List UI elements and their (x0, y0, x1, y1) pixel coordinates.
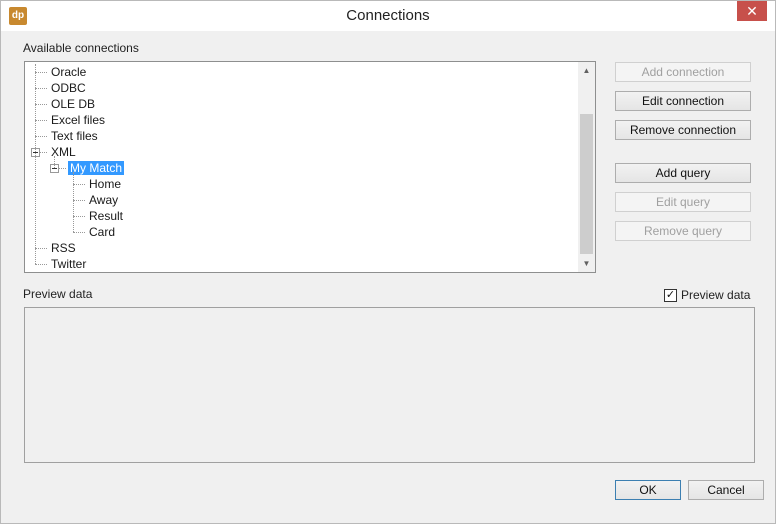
close-button[interactable]: ✕ (737, 1, 767, 21)
tree-connector (35, 72, 47, 73)
preview-data-label: Preview data (23, 287, 93, 301)
tree-connector (73, 232, 85, 233)
tree-item[interactable]: Card (87, 224, 117, 240)
tree-connector (35, 136, 47, 137)
tree-item-label: My Match (68, 161, 125, 175)
ok-button[interactable]: OK (615, 480, 681, 500)
tree-item-label: Text files (51, 129, 98, 143)
tree-connector (35, 120, 47, 121)
tree-connector (73, 216, 85, 217)
tree-item-label: Excel files (51, 113, 106, 127)
connections-tree[interactable]: Oracle ODBC OLE DB Excel files Text files XML… (24, 61, 596, 273)
tree-connector (35, 88, 47, 89)
remove-query-button[interactable]: Remove query (615, 221, 751, 241)
add-connection-button[interactable]: Add connection (615, 62, 751, 82)
tree-item-label: Twitter (51, 257, 87, 271)
tree-item[interactable]: Result (87, 208, 125, 224)
preview-data-checkbox[interactable]: ✓ (664, 289, 677, 302)
tree-connector (73, 184, 85, 185)
tree-item[interactable]: RSS (49, 240, 78, 256)
tree-scrollbar[interactable]: ▲ ▼ (578, 62, 595, 272)
tree-item[interactable]: Excel files (49, 112, 107, 128)
tree-connector (35, 248, 47, 249)
tree-item-label: Home (89, 177, 122, 191)
tree-connector (73, 200, 85, 201)
preview-data-checkbox-label: Preview data (681, 288, 751, 302)
tree-item-label: Result (89, 209, 124, 223)
tree-connector (35, 64, 36, 264)
scroll-thumb[interactable] (580, 114, 593, 254)
tree-item[interactable]: Away (87, 192, 120, 208)
tree-connector (35, 104, 47, 105)
tree-item-label: OLE DB (51, 97, 96, 111)
tree-item[interactable]: Twitter (49, 256, 88, 272)
tree-item-label: Card (89, 225, 116, 239)
connections-dialog: dp Connections ✕ Available connections O… (0, 0, 776, 524)
preview-data-panel (24, 307, 755, 463)
tree-item[interactable]: Oracle (49, 64, 88, 80)
dialog-title: Connections (346, 7, 430, 24)
tree-rows: Oracle ODBC OLE DB Excel files Text files XML… (25, 64, 577, 272)
tree-item-label: RSS (51, 241, 76, 255)
cancel-button[interactable]: Cancel (688, 480, 764, 500)
tree-item-label: Away (89, 193, 119, 207)
edit-connection-button[interactable]: Edit connection (615, 91, 751, 111)
tree-item[interactable]: My Match (68, 160, 125, 176)
tree-connector (54, 156, 55, 168)
scroll-down-icon[interactable]: ▼ (578, 255, 595, 272)
checkmark-icon: ✓ (665, 289, 676, 301)
tree-item[interactable]: Text files (49, 128, 100, 144)
tree-item[interactable]: Home (87, 176, 123, 192)
edit-query-button[interactable]: Edit query (615, 192, 751, 212)
close-icon: ✕ (746, 3, 758, 19)
title-bar: dp Connections ✕ (1, 1, 775, 31)
tree-connector (35, 264, 47, 265)
available-connections-label: Available connections (23, 41, 139, 55)
tree-item-label: Oracle (51, 65, 87, 79)
add-query-button[interactable]: Add query (615, 163, 751, 183)
scroll-up-icon[interactable]: ▲ (578, 62, 595, 79)
tree-item-label: ODBC (51, 81, 86, 95)
tree-connector (73, 172, 74, 232)
tree-item[interactable]: OLE DB (49, 96, 97, 112)
tree-item[interactable]: ODBC (49, 80, 88, 96)
remove-connection-button[interactable]: Remove connection (615, 120, 751, 140)
